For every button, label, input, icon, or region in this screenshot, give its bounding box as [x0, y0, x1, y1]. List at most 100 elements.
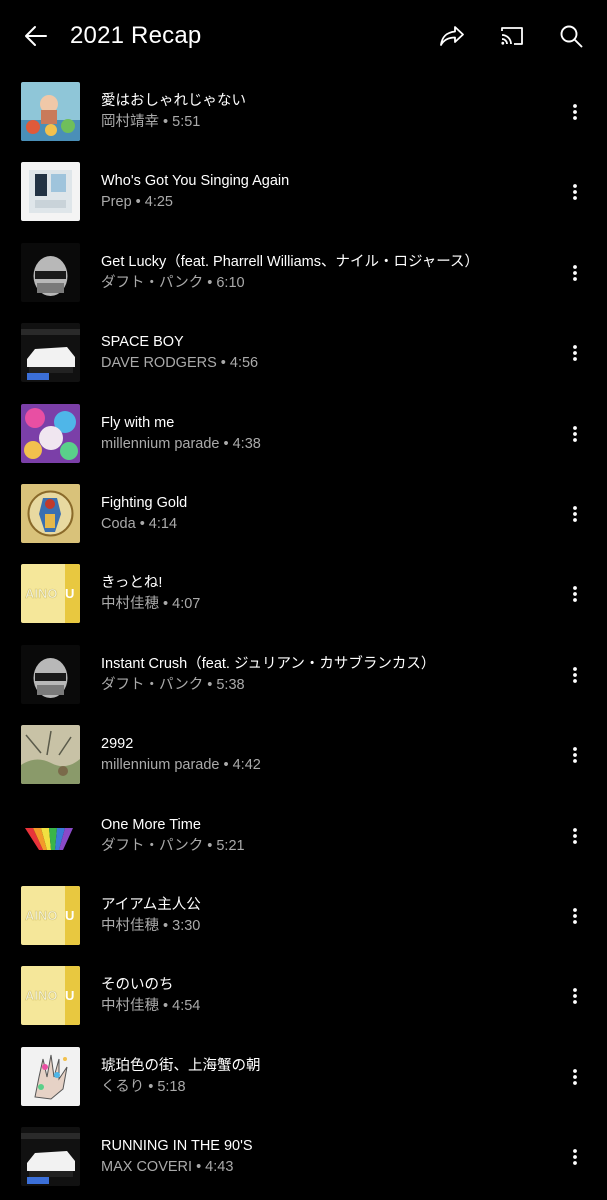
track-title: Instant Crush（feat. ジュリアン・カサブランカス）	[101, 655, 436, 672]
track-list: 愛はおしゃれじゃない 岡村靖幸 • 5:51 Who's Got You Sin…	[0, 72, 607, 1197]
back-button[interactable]	[18, 18, 54, 54]
track-title: Fighting Gold	[101, 494, 188, 511]
svg-text:AINO: AINO	[25, 988, 58, 1003]
track-title: Who's Got You Singing Again	[101, 173, 290, 190]
album-art	[21, 162, 80, 222]
svg-text:AINO: AINO	[25, 586, 58, 601]
track-title: 愛はおしゃれじゃない	[101, 93, 246, 109]
more-options-button[interactable]	[561, 176, 589, 208]
more-vert-icon	[573, 586, 577, 603]
cast-button[interactable]	[494, 18, 530, 54]
svg-text:U: U	[65, 988, 74, 1003]
track-subtitle: DAVE RODGERS • 4:56	[101, 355, 259, 372]
more-options-button[interactable]	[561, 498, 589, 530]
more-options-button[interactable]	[561, 418, 589, 450]
track-title: そのいのち	[101, 977, 174, 994]
track-subtitle: ダフト・パンク • 5:21	[101, 837, 245, 854]
track-row[interactable]: SPACE BOY DAVE RODGERS • 4:56	[0, 313, 607, 393]
album-art: AINO U	[21, 564, 80, 624]
more-vert-icon	[573, 1149, 577, 1165]
more-options-button[interactable]	[561, 257, 589, 289]
track-row[interactable]: Get Lucky（feat. Pharrell Williams、ナイル・ロジ…	[0, 233, 607, 313]
track-row[interactable]: 2992 millennium parade • 4:42	[0, 715, 607, 795]
album-art	[21, 82, 80, 141]
track-row[interactable]: 愛はおしゃれじゃない 岡村靖幸 • 5:51	[0, 72, 607, 152]
album-art	[21, 242, 80, 302]
album-art	[21, 403, 80, 463]
album-art	[21, 725, 80, 785]
svg-text:AINO: AINO	[25, 908, 58, 923]
more-vert-icon	[573, 264, 577, 281]
more-vert-icon	[573, 988, 577, 1005]
track-subtitle: Prep • 4:25	[101, 194, 173, 211]
more-options-button[interactable]	[561, 739, 589, 771]
album-art	[21, 483, 80, 543]
more-options-button[interactable]	[561, 96, 589, 128]
album-art: AINO U	[21, 966, 80, 1026]
more-vert-icon	[573, 184, 577, 201]
track-subtitle: millennium parade • 4:38	[101, 435, 261, 452]
back-arrow-icon	[25, 26, 47, 46]
track-row[interactable]: RUNNING IN THE 90'S MAX COVERI • 4:43	[0, 1117, 607, 1197]
album-art	[21, 644, 80, 704]
track-row[interactable]: One More Time ダフト・パンク • 5:21	[0, 796, 607, 876]
share-icon	[440, 26, 464, 46]
track-title: One More Time	[101, 816, 201, 833]
track-title: RUNNING IN THE 90'S	[101, 1138, 253, 1155]
more-vert-icon	[573, 104, 577, 120]
more-vert-icon	[573, 345, 577, 362]
track-title: 2992	[101, 736, 134, 753]
more-vert-icon	[573, 1068, 577, 1085]
more-vert-icon	[573, 908, 577, 924]
track-title: アイアム主人公	[101, 896, 201, 913]
cast-icon	[501, 27, 523, 45]
more-options-button[interactable]	[561, 1141, 589, 1173]
track-subtitle: Coda • 4:14	[101, 515, 178, 532]
track-subtitle: ダフト・パンク • 5:38	[101, 676, 245, 693]
track-title: SPACE BOY	[101, 334, 184, 351]
svg-text:U: U	[65, 908, 74, 923]
track-subtitle: 中村佳穂 • 4:54	[101, 998, 201, 1015]
more-vert-icon	[573, 666, 577, 683]
track-subtitle: 中村佳穂 • 3:30	[101, 917, 201, 934]
track-row[interactable]: AINO U きっとね! 中村佳穂 • 4:07	[0, 554, 607, 634]
track-row[interactable]: AINO U そのいのち 中村佳穂 • 4:54	[0, 956, 607, 1036]
track-subtitle: ダフト・パンク • 6:10	[101, 274, 245, 291]
page-title: 2021 Recap	[70, 22, 202, 49]
search-button[interactable]	[553, 18, 589, 54]
svg-text:U: U	[65, 586, 74, 601]
more-options-button[interactable]	[561, 900, 589, 932]
track-row[interactable]: Instant Crush（feat. ジュリアン・カサブランカス） ダフト・パ…	[0, 635, 607, 715]
album-art	[21, 805, 80, 865]
more-vert-icon	[573, 506, 577, 522]
more-vert-icon	[573, 425, 577, 442]
track-subtitle: くるり • 5:18	[101, 1078, 186, 1095]
app-bar: 2021 Recap	[0, 0, 607, 72]
track-row[interactable]: Who's Got You Singing Again Prep • 4:25	[0, 152, 607, 232]
track-subtitle: 岡村靖幸 • 5:51	[101, 114, 201, 130]
track-subtitle: 中村佳穂 • 4:07	[101, 596, 201, 613]
album-art: AINO U	[21, 885, 80, 945]
search-icon	[560, 25, 583, 48]
track-title: Get Lucky（feat. Pharrell Williams、ナイル・ロジ…	[101, 253, 480, 270]
track-title: きっとね!	[101, 575, 163, 592]
track-row[interactable]: Fly with me millennium parade • 4:38	[0, 394, 607, 474]
album-art	[21, 323, 80, 383]
track-title: Fly with me	[101, 414, 175, 431]
track-row[interactable]: AINO U アイアム主人公 中村佳穂 • 3:30	[0, 876, 607, 956]
more-options-button[interactable]	[561, 337, 589, 369]
track-row[interactable]: Fighting Gold Coda • 4:14	[0, 474, 607, 554]
more-options-button[interactable]	[561, 980, 589, 1012]
share-button[interactable]	[434, 18, 470, 54]
track-subtitle: MAX COVERI • 4:43	[101, 1159, 234, 1176]
track-subtitle: millennium parade • 4:42	[101, 757, 261, 774]
more-options-button[interactable]	[561, 659, 589, 691]
album-art	[21, 1046, 80, 1106]
more-options-button[interactable]	[561, 578, 589, 610]
track-row[interactable]: 琥珀色の街、上海蟹の朝 くるり • 5:18	[0, 1037, 607, 1117]
more-vert-icon	[573, 747, 577, 764]
more-vert-icon	[573, 827, 577, 844]
more-options-button[interactable]	[561, 1061, 589, 1093]
more-options-button[interactable]	[561, 820, 589, 852]
track-title: 琥珀色の街、上海蟹の朝	[101, 1057, 261, 1074]
